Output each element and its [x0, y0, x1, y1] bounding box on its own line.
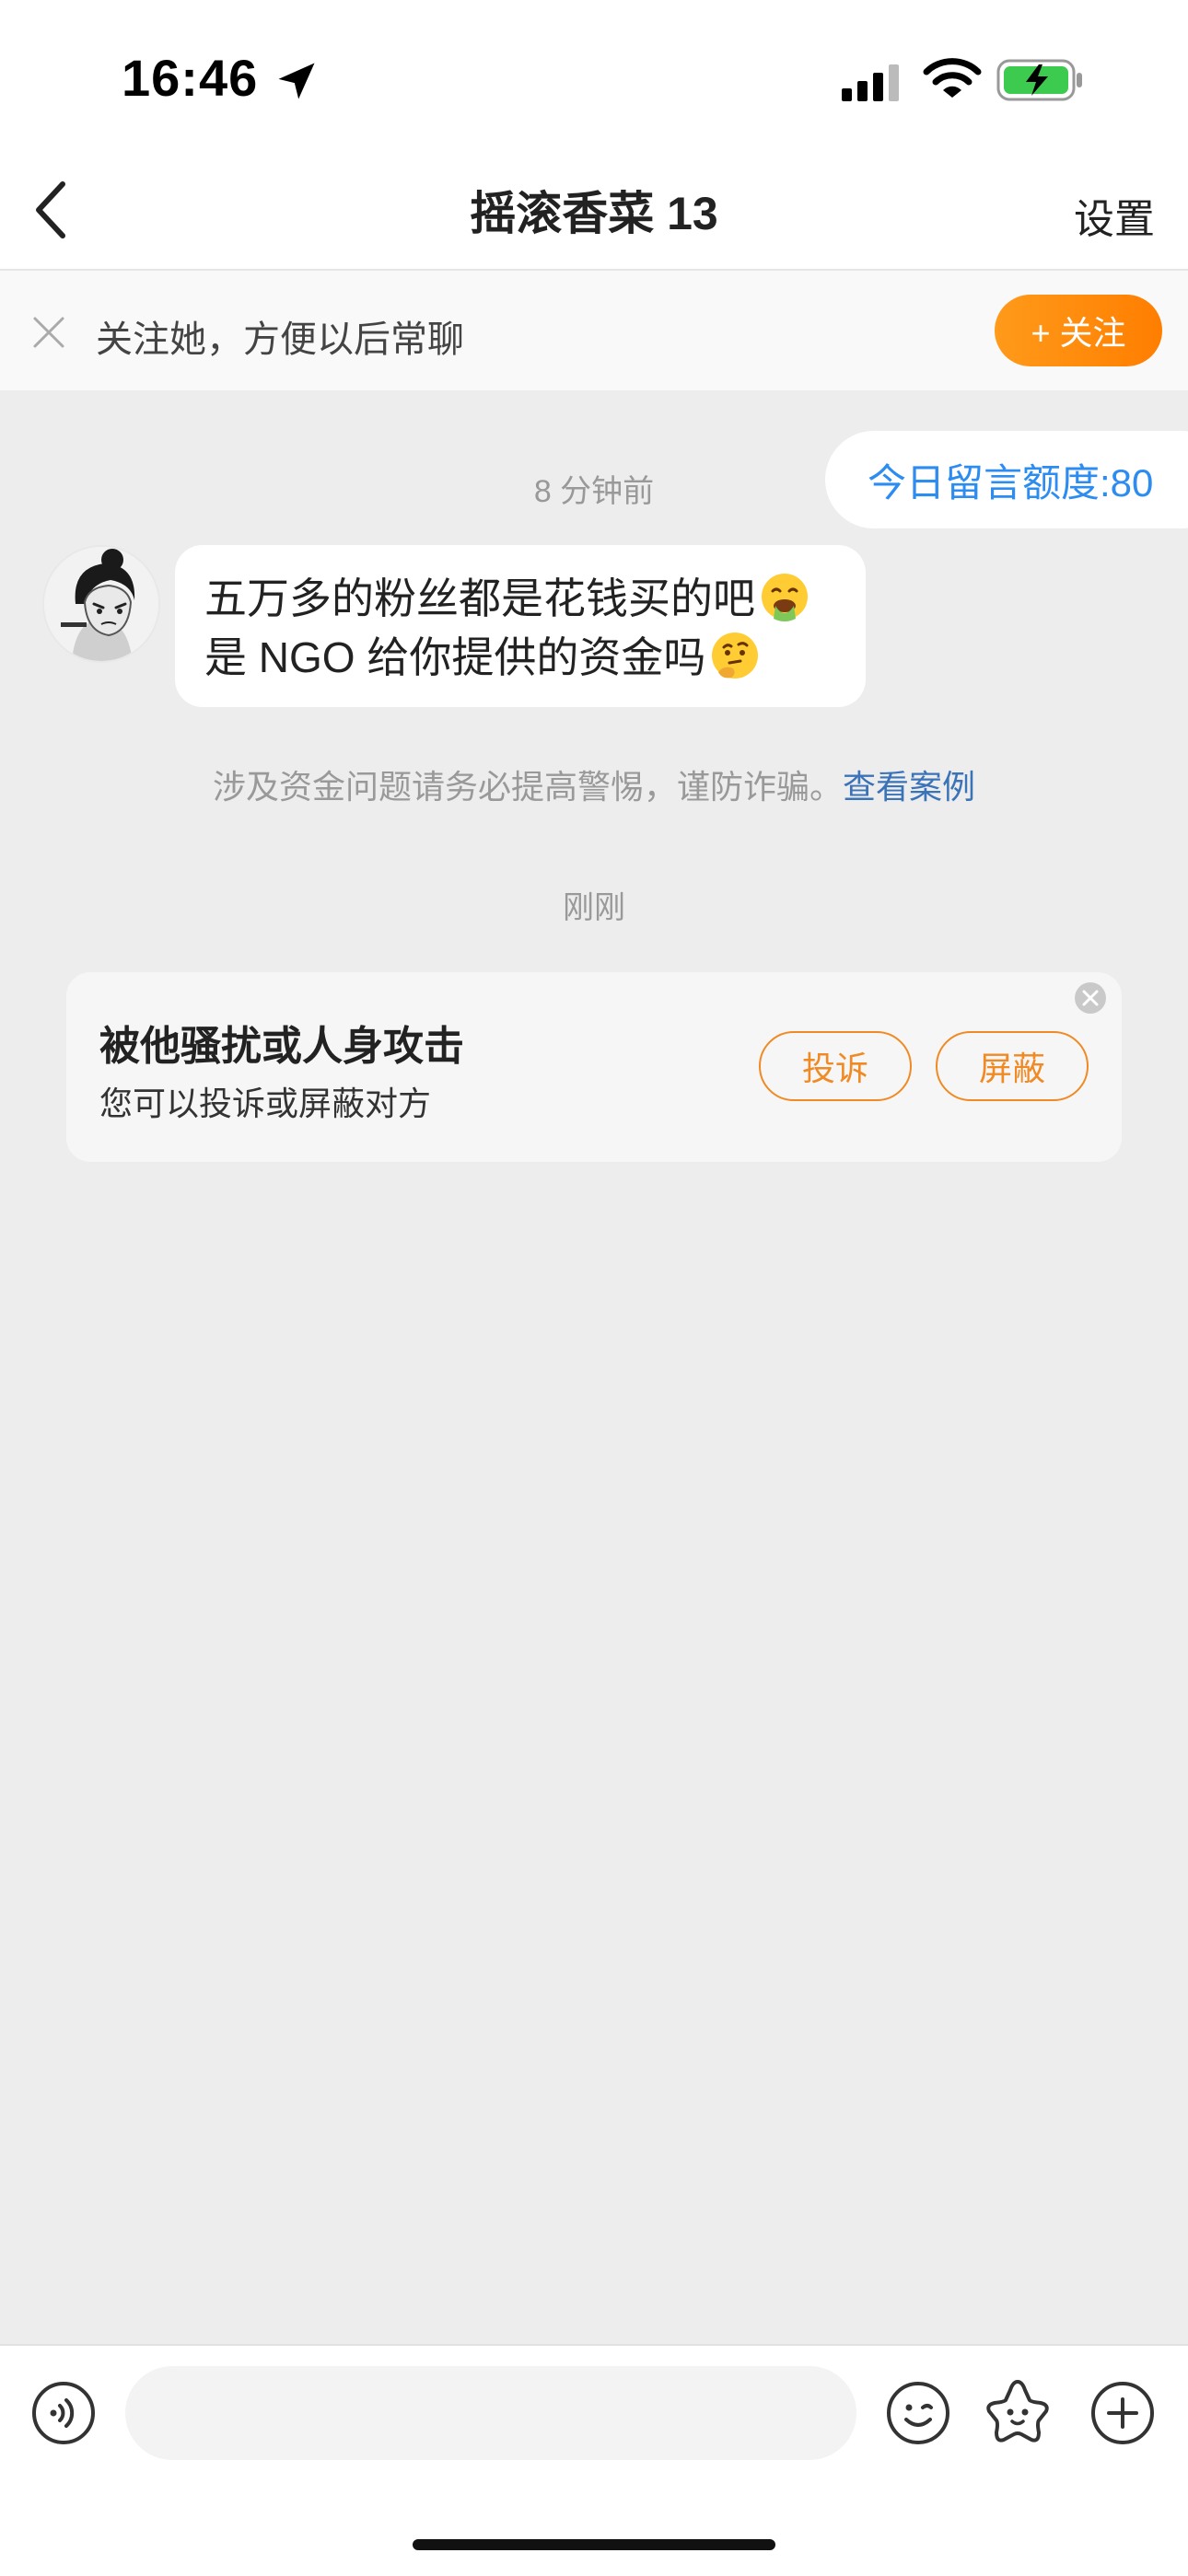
settings-button[interactable]: 设置	[1074, 186, 1155, 245]
message-line: 五万多的粉丝都是花钱买的吧	[204, 569, 836, 628]
follow-button[interactable]: + 关注	[995, 295, 1162, 366]
wifi-icon	[923, 58, 982, 98]
message-input[interactable]	[125, 2366, 856, 2460]
battery-charging-icon	[996, 59, 1082, 101]
voice-input-icon[interactable]	[31, 2381, 96, 2445]
close-icon[interactable]	[28, 311, 70, 354]
cellular-signal-icon	[842, 64, 899, 101]
report-button[interactable]: 投诉	[759, 1031, 912, 1101]
close-circle-icon[interactable]	[1074, 981, 1107, 1015]
emoji-icon[interactable]	[886, 2381, 950, 2445]
message-quota-badge: 今日留言额度:80	[825, 431, 1188, 528]
sticker-star-icon[interactable]	[984, 2377, 1052, 2447]
plus-circle-icon[interactable]	[1090, 2381, 1155, 2445]
message-text: 是 NGO 给你提供的资金吗	[204, 633, 706, 681]
follow-prompt-text: 关注她，方便以后常聊	[96, 319, 464, 360]
thinking-face-emoji-icon	[712, 632, 759, 679]
avatar-illustration-icon	[44, 547, 158, 661]
status-time: 16:46	[122, 49, 259, 107]
home-indicator	[413, 2539, 775, 2550]
message-timestamp: 刚刚	[563, 890, 625, 925]
avatar[interactable]	[42, 545, 160, 663]
incoming-message-bubble[interactable]: 五万多的粉丝都是花钱买的吧 是 NGO 给你提供的资金吗	[175, 545, 866, 707]
message-line: 是 NGO 给你提供的资金吗	[204, 628, 836, 687]
block-button[interactable]: 屏蔽	[936, 1031, 1089, 1101]
fraud-warning-text: 涉及资金问题请务必提高警惕，谨防诈骗。	[212, 768, 843, 806]
card-subtitle: 您可以投诉或屏蔽对方	[99, 1085, 432, 1122]
page-title: 摇滚香菜 13	[470, 188, 718, 239]
view-cases-link[interactable]: 查看案例	[843, 768, 975, 806]
card-title: 被他骚扰或人身攻击	[99, 1024, 464, 1069]
vomiting-face-emoji-icon	[762, 574, 808, 621]
location-arrow-icon	[278, 63, 315, 99]
fraud-warning: 涉及资金问题请务必提高警惕，谨防诈骗。查看案例	[0, 760, 1188, 808]
message-text: 五万多的粉丝都是花钱买的吧	[204, 574, 755, 622]
